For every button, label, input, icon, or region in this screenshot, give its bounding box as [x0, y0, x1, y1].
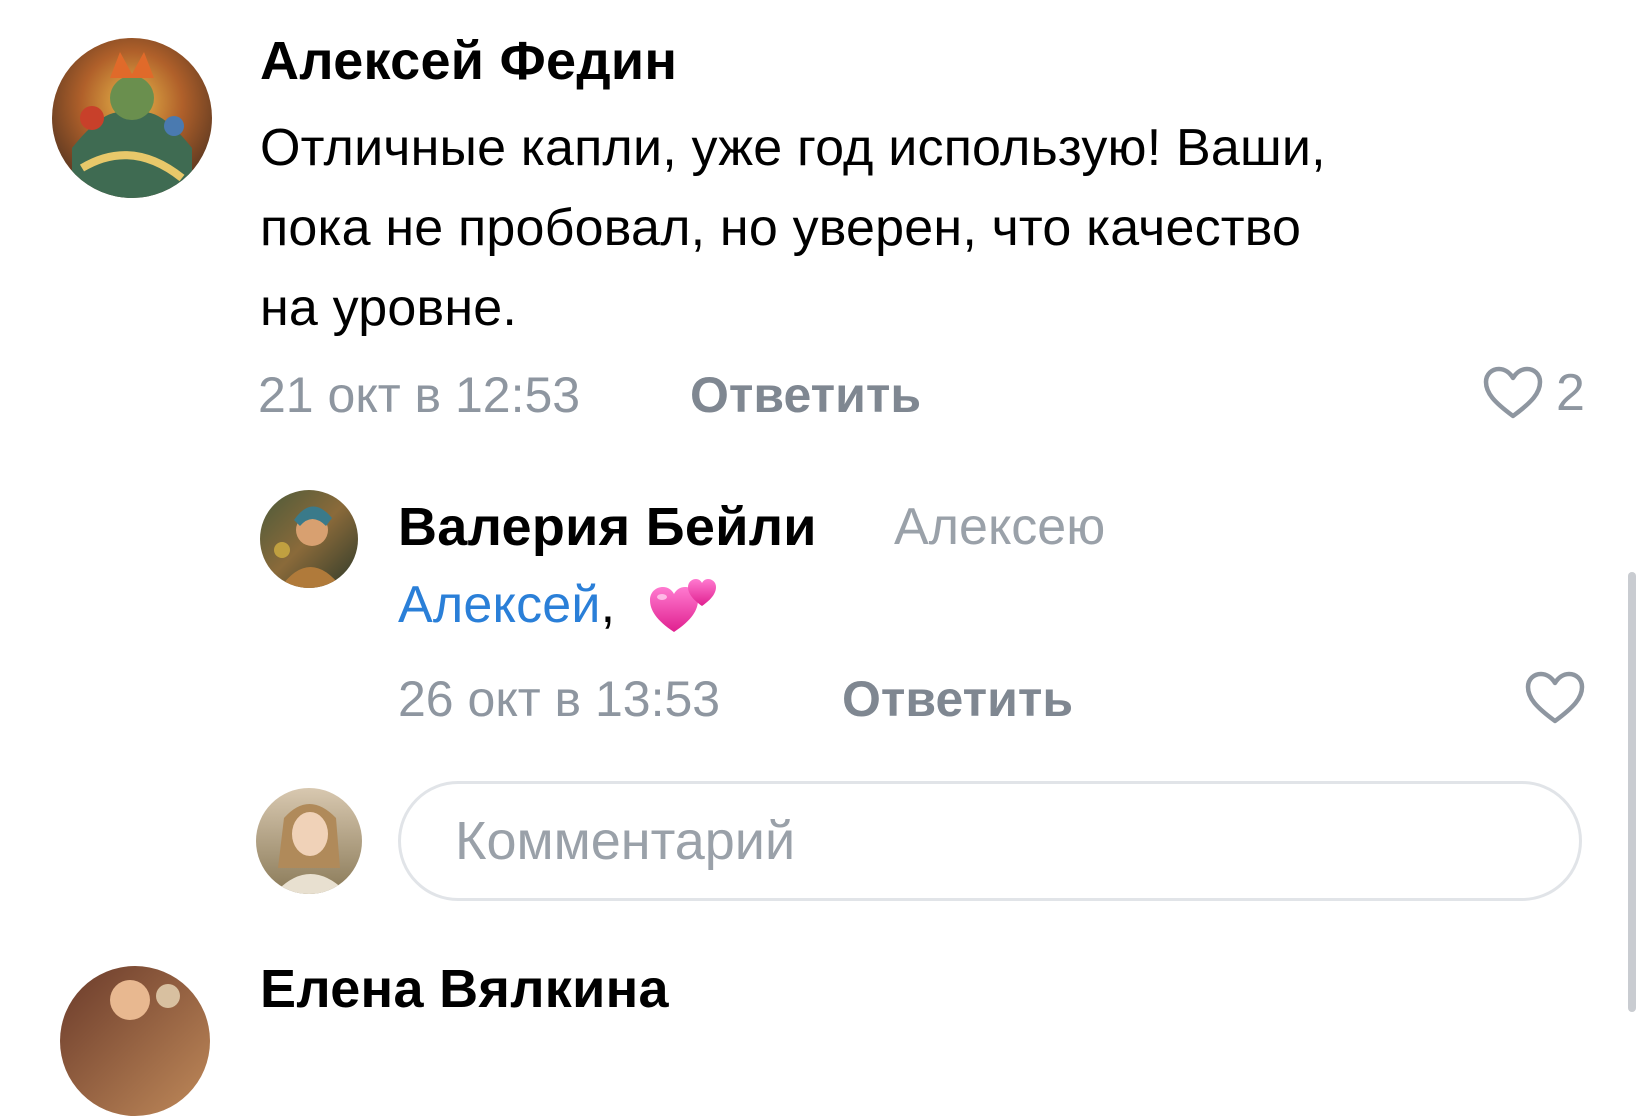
avatar-current-user-icon — [256, 788, 362, 894]
reply-button[interactable]: Ответить — [842, 670, 1073, 728]
comment-input-field[interactable] — [398, 781, 1582, 901]
avatar-elena-icon — [60, 966, 210, 1116]
avatar — [256, 788, 362, 894]
reply-button[interactable]: Ответить — [690, 366, 921, 424]
avatar-valeria-icon — [260, 490, 358, 588]
comment-input[interactable] — [453, 809, 1579, 873]
avatar-aleksey-icon — [52, 38, 212, 198]
comment-timestamp: 21 окт в 12:53 — [258, 367, 581, 423]
comment-text-line: пока не пробовал, но уверен, что качеств… — [260, 199, 1302, 257]
comment-author[interactable]: Елена Вялкина — [260, 958, 669, 1020]
comment-text-line: Отличные капли, уже год использую! Ваши, — [260, 119, 1326, 177]
comment-text-line: на уровне. — [260, 279, 518, 337]
avatar[interactable] — [260, 490, 358, 588]
like-count: 2 — [1556, 364, 1585, 422]
comment-author[interactable]: Алексей Федин — [260, 30, 677, 92]
heart-outline-icon — [1482, 365, 1544, 421]
reply-text: Алексей, — [398, 570, 720, 640]
avatar[interactable] — [52, 38, 212, 198]
mention-link[interactable]: Алексей — [398, 576, 601, 634]
like-button[interactable] — [1524, 670, 1586, 726]
like-button[interactable]: 2 — [1482, 364, 1585, 422]
scrollbar[interactable] — [1628, 572, 1636, 1012]
heart-outline-icon — [1524, 670, 1586, 726]
reply-timestamp: 26 окт в 13:53 — [398, 671, 721, 727]
reply-author[interactable]: Валерия Бейли — [398, 496, 817, 558]
mention-suffix: , — [600, 576, 616, 634]
two-hearts-emoji — [648, 570, 720, 636]
reply-addressee[interactable]: Алексею — [894, 496, 1105, 558]
avatar[interactable] — [60, 966, 210, 1116]
